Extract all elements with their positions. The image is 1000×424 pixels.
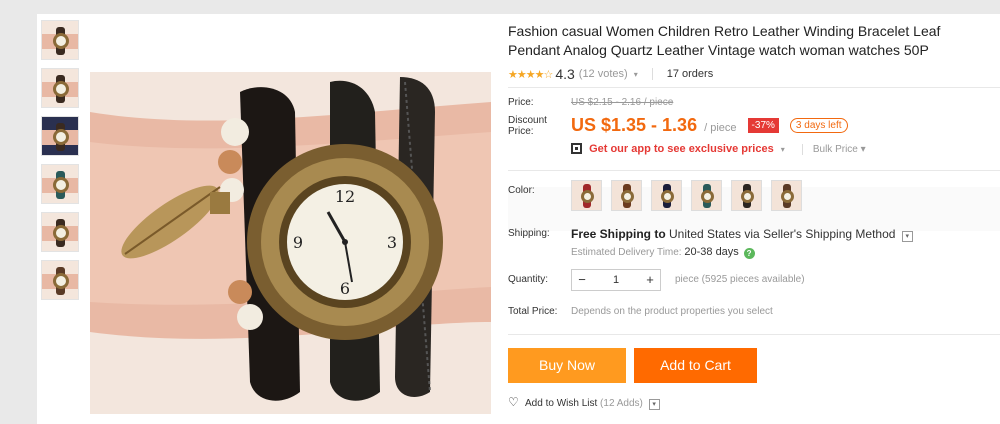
current-price: US $1.35 - 1.36 (571, 115, 698, 135)
color-swatch-5[interactable] (731, 180, 762, 211)
main-product-image: 12 3 6 9 (90, 72, 491, 414)
shipping-label: Shipping: (508, 228, 550, 239)
thumbnail-4[interactable] (41, 164, 79, 204)
quantity-input[interactable]: 1 (592, 270, 640, 290)
rating-value: 4.3 (555, 66, 575, 82)
wishlist-link[interactable]: Add to Wish List (525, 398, 597, 409)
chevron-down-icon[interactable]: ▾ (648, 399, 660, 410)
bulk-price-link[interactable]: Bulk Price ▾ (801, 144, 866, 155)
quantity-available: piece (5925 pieces available) (675, 274, 805, 285)
free-shipping-text: Free Shipping to (571, 227, 666, 241)
color-swatch-3[interactable] (651, 180, 682, 211)
thumbnail-6[interactable] (41, 260, 79, 300)
add-to-cart-button[interactable]: Add to Cart (634, 348, 757, 383)
help-icon[interactable]: ? (743, 248, 755, 259)
quantity-increase-button[interactable]: + (640, 270, 660, 290)
rating-votes[interactable]: (12 votes) (579, 68, 628, 80)
quantity-stepper: − 1 + (571, 269, 661, 291)
shipping-method: Free Shipping to United States via Selle… (571, 227, 913, 242)
product-page: 12 3 6 9 Fashion casual Women Children R… (37, 14, 1000, 424)
total-price-label: Total Price: (508, 306, 558, 317)
color-swatch-6[interactable] (771, 180, 802, 211)
thumbnail-5[interactable] (41, 212, 79, 252)
thumbnail-3[interactable] (41, 116, 79, 156)
chevron-down-icon[interactable]: ▾ (634, 70, 638, 79)
chevron-down-icon[interactable]: ▾ (781, 145, 785, 154)
thumbnail-1[interactable] (41, 20, 79, 60)
total-price-note: Depends on the product properties you se… (571, 306, 773, 317)
estimated-delivery: Estimated Delivery Time: 20-38 days ? (571, 246, 755, 259)
discount-price-label: Discount Price: (508, 115, 547, 137)
divider (508, 87, 1000, 88)
color-swatches (571, 180, 811, 211)
original-price: US $2.15 - 2.16 / piece (571, 97, 674, 108)
color-label: Color: (508, 185, 535, 196)
svg-text:9: 9 (293, 233, 303, 252)
divider (508, 334, 1000, 335)
wishlist-count: (12 Adds) (600, 398, 643, 409)
estimated-delivery-days: 20-38 days (684, 246, 739, 258)
qr-code-icon (571, 143, 582, 154)
chevron-down-icon[interactable]: ▾ (901, 231, 913, 242)
color-swatch-2[interactable] (611, 180, 642, 211)
svg-text:6: 6 (340, 279, 350, 298)
heart-icon[interactable]: ♡ (508, 395, 519, 409)
price-unit: / piece (704, 122, 737, 134)
rating-row: ★★★★☆ 4.3 (12 votes) ▾ 17 orders (508, 65, 1000, 83)
price-label: Price: (508, 97, 534, 108)
discount-badge: -37% (747, 118, 779, 133)
estimated-delivery-label: Estimated Delivery Time: (571, 247, 682, 258)
discount-price: US $1.35 - 1.36 / piece -37% 3 days left (571, 115, 848, 136)
color-swatch-4[interactable] (691, 180, 722, 211)
thumbnail-list (41, 20, 85, 308)
divider (508, 170, 1000, 171)
shipping-destination[interactable]: United States via Seller's Shipping Meth… (669, 227, 895, 241)
wishlist-row: ♡ Add to Wish List (12 Adds) ▾ (508, 395, 660, 410)
buy-now-button[interactable]: Buy Now (508, 348, 626, 383)
product-detail: Fashion casual Women Children Retro Leat… (508, 14, 1000, 155)
product-title: Fashion casual Women Children Retro Leat… (508, 23, 941, 58)
svg-text:12: 12 (335, 187, 355, 206)
app-promo-row: Get our app to see exclusive prices ▾ Bu… (571, 143, 866, 155)
orders-count: 17 orders (651, 68, 713, 80)
quantity-label: Quantity: (508, 274, 549, 285)
color-swatch-1[interactable] (571, 180, 602, 211)
rating-stars-icon: ★★★★☆ (508, 68, 553, 81)
svg-text:3: 3 (387, 233, 397, 252)
time-left-badge: 3 days left (789, 118, 848, 133)
app-promo-link[interactable]: Get our app to see exclusive prices (589, 143, 774, 155)
thumbnail-2[interactable] (41, 68, 79, 108)
quantity-decrease-button[interactable]: − (572, 270, 592, 290)
